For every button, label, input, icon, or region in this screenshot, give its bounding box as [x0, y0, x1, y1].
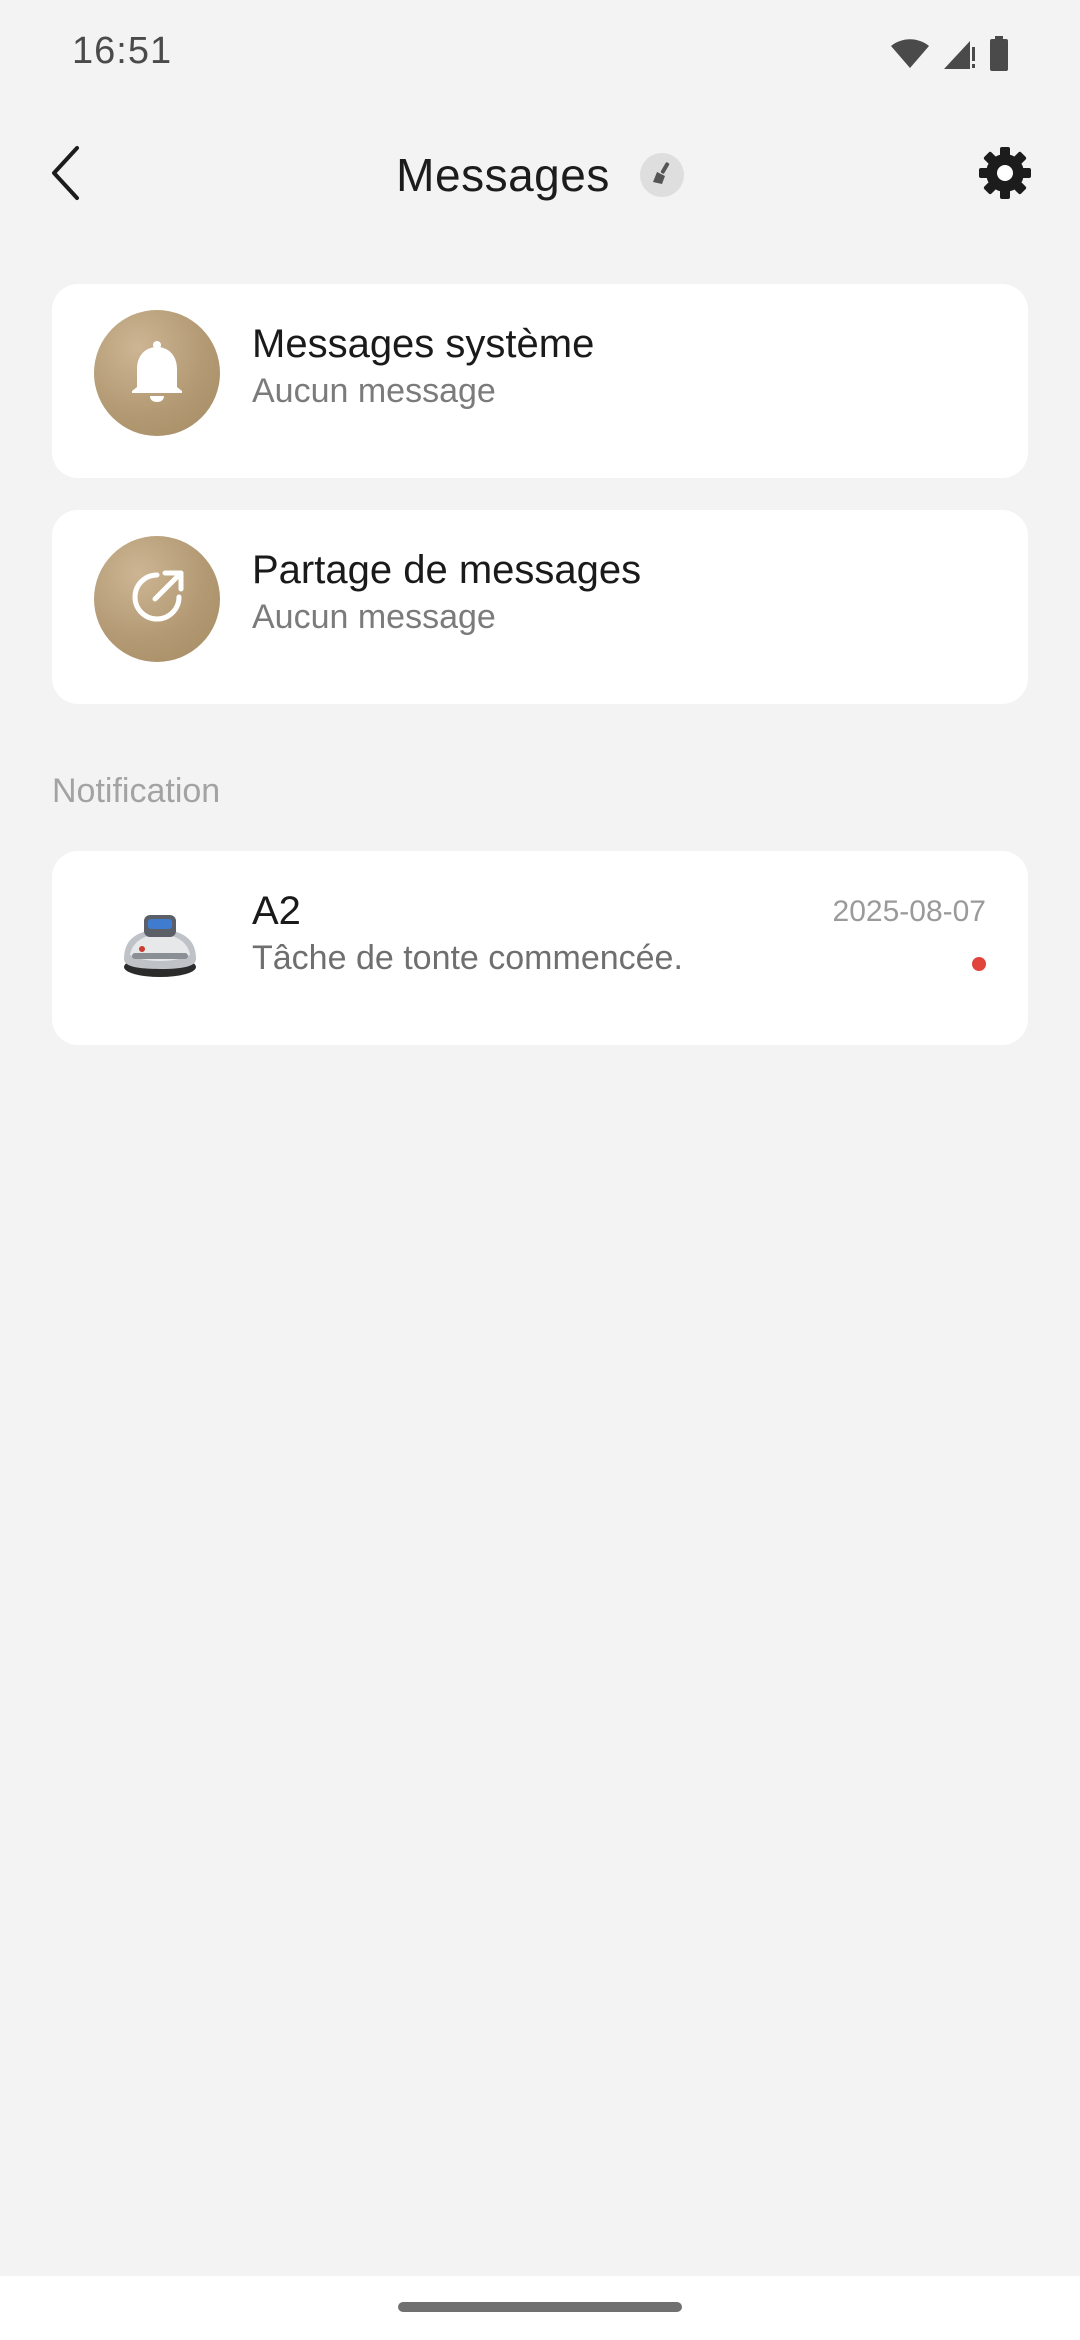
- status-icons: [890, 34, 1010, 74]
- notification-device-name: A2: [252, 889, 301, 933]
- bell-icon: [127, 339, 187, 408]
- app-header: Messages: [0, 120, 1080, 230]
- shared-messages-card[interactable]: Partage de messages Aucun message: [52, 510, 1028, 704]
- share-icon: [127, 567, 187, 632]
- shared-messages-avatar: [94, 536, 220, 662]
- shared-messages-subtitle: Aucun message: [252, 598, 496, 636]
- broom-icon: [649, 160, 675, 191]
- wifi-icon: [890, 38, 930, 70]
- notification-date: 2025-08-07: [832, 895, 986, 928]
- system-messages-card[interactable]: Messages système Aucun message: [52, 284, 1028, 478]
- notification-message: Tâche de tonte commencée.: [252, 939, 683, 977]
- header-title-wrap: Messages: [0, 140, 1080, 210]
- status-bar: 16:51: [0, 0, 1080, 100]
- system-messages-title: Messages système: [252, 322, 595, 366]
- notification-section-label: Notification: [52, 772, 221, 810]
- signal-icon: [942, 37, 976, 71]
- settings-button[interactable]: [972, 142, 1038, 208]
- status-time: 16:51: [72, 30, 173, 72]
- messages-screen: 16:51 Messages Messages système Aucun me…: [0, 0, 1080, 2340]
- system-messages-avatar: [94, 310, 220, 436]
- robot-mower-icon: [112, 915, 208, 993]
- clear-messages-button[interactable]: [639, 153, 684, 197]
- gear-icon: [977, 145, 1033, 206]
- system-messages-subtitle: Aucun message: [252, 372, 496, 410]
- unread-indicator: [972, 957, 986, 971]
- home-indicator[interactable]: [398, 2302, 682, 2312]
- battery-icon: [988, 36, 1010, 72]
- page-title: Messages: [396, 149, 610, 201]
- notification-item[interactable]: A2 Tâche de tonte commencée. 2025-08-07: [52, 851, 1028, 1045]
- shared-messages-title: Partage de messages: [252, 548, 642, 592]
- device-thumbnail: [112, 893, 208, 989]
